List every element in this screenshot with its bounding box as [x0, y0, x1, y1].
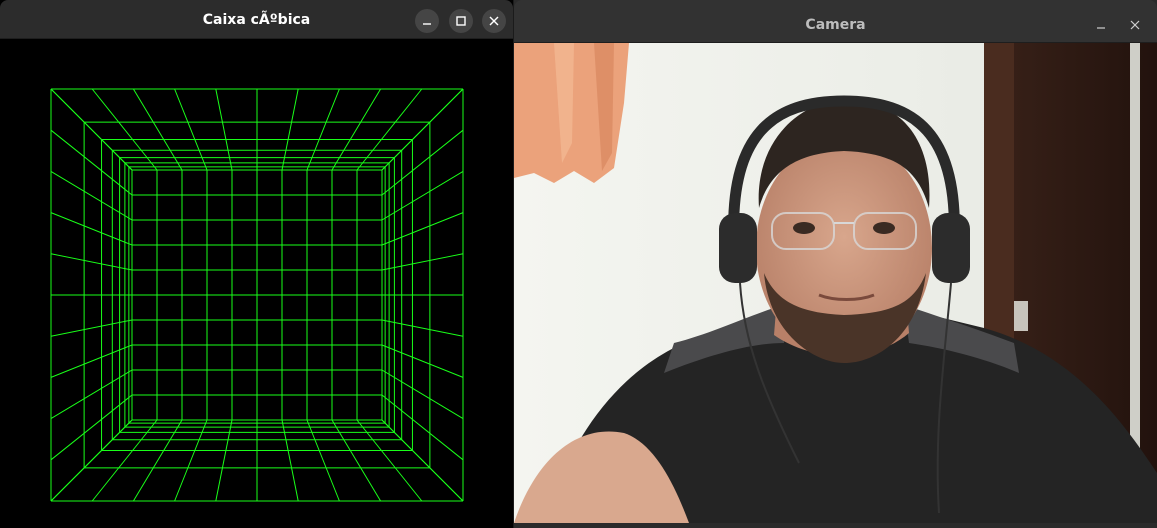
minimize-button[interactable] — [415, 9, 439, 33]
maximize-button[interactable] — [449, 9, 473, 33]
camera-window-titlebar[interactable]: Camera — [514, 0, 1157, 43]
ceiling-line — [381, 88, 464, 171]
wireframe-cube-canvas — [50, 88, 464, 502]
left-wall-line — [50, 88, 133, 171]
cube-window-titlebar[interactable]: Caixa cÃºbica — [0, 0, 513, 39]
left-wall-line — [50, 419, 133, 502]
close-button[interactable] — [1123, 13, 1147, 37]
cube-window: Caixa cÃºbica — [0, 0, 513, 528]
webcam-image — [514, 43, 1157, 523]
minimize-icon — [1097, 27, 1105, 29]
minimize-icon — [423, 23, 431, 25]
close-icon — [1130, 20, 1140, 30]
maximize-icon — [456, 16, 466, 26]
close-icon — [489, 16, 499, 26]
camera-window: Camera — [514, 0, 1157, 528]
camera-feed — [514, 43, 1157, 523]
minimize-button[interactable] — [1089, 13, 1113, 37]
close-button[interactable] — [482, 9, 506, 33]
right-wall-line — [381, 419, 464, 502]
